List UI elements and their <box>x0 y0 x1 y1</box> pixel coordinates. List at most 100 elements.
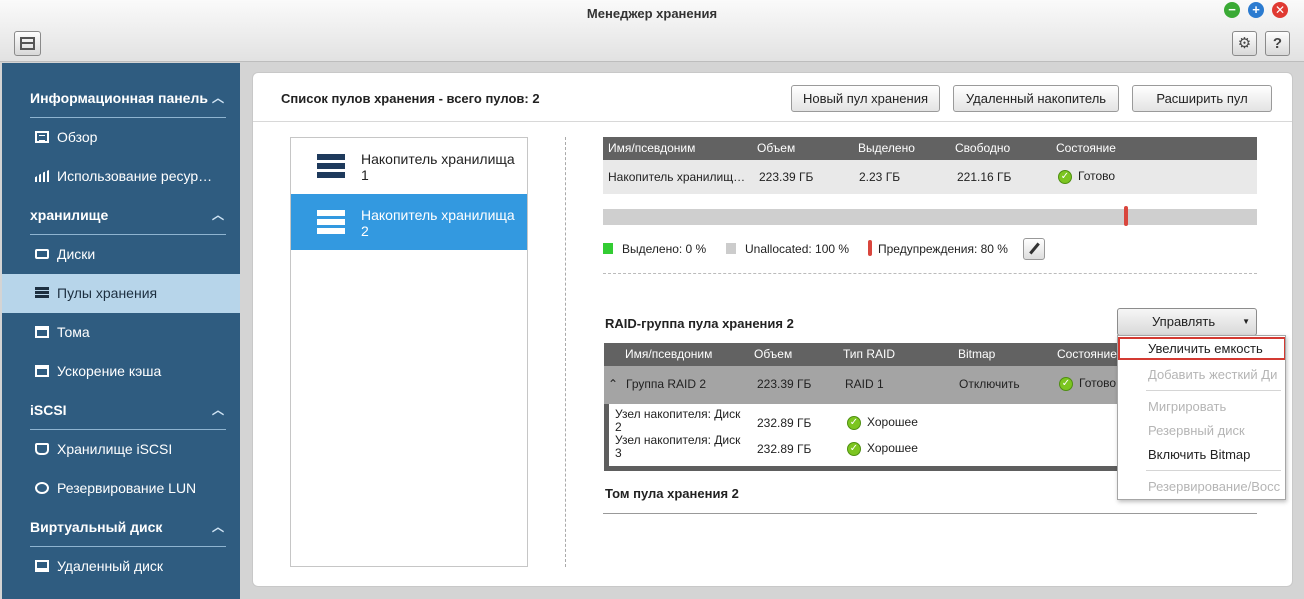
column-header: Объем <box>754 347 793 361</box>
column-header: Bitmap <box>958 347 996 361</box>
edit-threshold-button[interactable] <box>1023 238 1045 260</box>
sidebar-item-disks[interactable]: Диски <box>2 235 240 274</box>
disk-icon <box>35 249 49 259</box>
sidebar-group-iscsi[interactable]: iSCSI ︿ <box>30 391 226 430</box>
warning-threshold-marker <box>1124 206 1129 226</box>
sidebar-item-resource-usage[interactable]: Использование ресур… <box>2 157 240 196</box>
window-title: Менеджер хранения <box>586 6 718 21</box>
capacity-bar <box>603 206 1257 226</box>
sidebar-group-virtual-disk[interactable]: Виртуальный диск ︿ <box>30 508 226 547</box>
disk-row-name: Узел накопителя: Диск 2 <box>615 407 741 434</box>
menu-item-enable-bitmap[interactable]: Включить Bitmap <box>1118 443 1285 466</box>
sidebar-item-volumes[interactable]: Тома <box>2 313 240 352</box>
page-title: Список пулов хранения - всего пулов: 2 <box>281 91 540 106</box>
sidebar-item-label: Хранилище iSCSI <box>57 441 173 457</box>
sidebar-item-remote-disk[interactable]: Удаленный диск <box>2 547 240 586</box>
warning-swatch <box>868 240 872 256</box>
menu-item-migrate[interactable]: Мигрировать <box>1118 395 1285 418</box>
column-header: Имя/псевдоним <box>608 141 696 155</box>
sidebar: Информационная панель ︿ Обзор Использова… <box>2 63 240 599</box>
raid-group-row[interactable]: ⌃ Группа RAID 2 223.39 ГБ RAID 1 Отключи… <box>604 366 1119 404</box>
pool-free-cell: 221.16 ГБ <box>957 170 1012 184</box>
help-button[interactable]: ? <box>1265 31 1290 56</box>
sidebar-group-dashboard[interactable]: Информационная панель ︿ <box>30 79 226 118</box>
raid-type-cell: RAID 1 <box>845 377 884 391</box>
check-icon: ✓ <box>847 441 861 456</box>
manage-dropdown-button[interactable]: Управлять ▼ <box>1117 308 1257 336</box>
sidebar-item-label: Резервирование LUN <box>57 480 197 496</box>
menu-item-increase-capacity[interactable]: Увеличить емкость <box>1118 337 1285 360</box>
minimize-button[interactable]: − <box>1224 2 1240 18</box>
expand-pool-button[interactable]: Расширить пул <box>1132 85 1272 112</box>
lun-backup-icon <box>35 482 49 494</box>
column-header: Тип RAID <box>843 347 896 361</box>
column-header: Состояние <box>1056 141 1116 155</box>
remote-disk-button[interactable]: Удаленный накопитель <box>953 85 1119 112</box>
pencil-icon <box>1029 242 1040 255</box>
raid-size-cell: 223.39 ГБ <box>757 377 812 391</box>
question-icon: ? <box>1272 35 1283 52</box>
disk-size-cell: 232.89 ГБ <box>757 442 812 456</box>
vertical-divider <box>565 137 566 567</box>
chevron-up-icon: ︿ <box>211 91 224 105</box>
sidebar-group-storage[interactable]: хранилище ︿ <box>30 196 226 235</box>
caret-down-icon: ▼ <box>1242 317 1250 326</box>
raid-disks-panel: Узел накопителя: Диск 2 232.89 ГБ ✓ Хороше… <box>604 404 1119 471</box>
sidebar-item-overview[interactable]: Обзор <box>2 118 240 157</box>
menu-item-spare-disk[interactable]: Резервный диск <box>1118 419 1285 442</box>
sidebar-item-iscsi-storage[interactable]: Хранилище iSCSI <box>2 430 240 469</box>
table-row[interactable]: Накопитель хранилищ… 223.39 ГБ 2.23 ГБ 2… <box>603 160 1257 194</box>
sidebar-item-label: Ускорение кэша <box>57 363 162 379</box>
chevron-up-icon: ︿ <box>211 403 224 417</box>
chevron-up-icon: ︿ <box>211 520 224 534</box>
sidebar-group-label: Виртуальный диск <box>30 519 163 535</box>
pool-allocated-cell: 2.23 ГБ <box>859 170 901 184</box>
column-header: Состояние <box>1057 347 1117 361</box>
settings-button[interactable]: ⚙ <box>1232 31 1257 56</box>
menu-item-backup-restore[interactable]: Резервирование/Восс <box>1118 475 1285 498</box>
resource-usage-icon <box>35 170 49 182</box>
raid-name-cell: Группа RAID 2 <box>626 377 707 391</box>
collapse-icon[interactable]: ⌃ <box>608 377 618 391</box>
allocated-swatch <box>603 243 613 254</box>
disk-row-name: Узел накопителя: Диск 3 <box>615 433 741 460</box>
legend-unallocated: Unallocated: 100 % <box>726 242 849 256</box>
maximize-button[interactable]: + <box>1248 2 1264 18</box>
pool-list: Накопитель хранилища 1 Накопитель хранили… <box>290 137 528 567</box>
menu-item-add-disk[interactable]: Добавить жесткий Ди <box>1118 363 1285 386</box>
pool-list-item-selected[interactable]: Накопитель хранилища 2 <box>291 194 527 250</box>
sidebar-item-label: Диски <box>57 246 96 262</box>
volume-icon <box>35 326 49 338</box>
sidebar-item-storage-pools[interactable]: Пулы хранения <box>2 274 240 313</box>
storage-pool-icon <box>317 154 345 178</box>
check-icon: ✓ <box>1059 376 1073 391</box>
pool-list-item[interactable]: Накопитель хранилища 1 <box>291 138 527 194</box>
section-divider <box>603 273 1257 274</box>
pool-label: Накопитель хранилища 2 <box>361 207 515 239</box>
check-icon: ✓ <box>1058 169 1072 184</box>
storage-pool-icon <box>317 210 345 234</box>
sidebar-group-label: iSCSI <box>30 402 67 418</box>
sidebar-item-label: Удаленный диск <box>57 558 164 574</box>
sidebar-item-label: Обзор <box>57 129 98 145</box>
new-pool-button[interactable]: Новый пул хранения <box>791 85 940 112</box>
sidebar-item-label: Пулы хранения <box>57 285 158 301</box>
sidebar-item-lun-backup[interactable]: Резервирование LUN <box>2 469 240 508</box>
close-button[interactable]: ✕ <box>1272 2 1288 18</box>
sidebar-toggle-button[interactable] <box>14 31 41 56</box>
sidebar-item-cache-acceleration[interactable]: Ускорение кэша <box>2 352 240 391</box>
chevron-up-icon: ︿ <box>211 208 224 222</box>
pool-size-cell: 223.39 ГБ <box>759 170 814 184</box>
disk-status-cell: ✓ Хорошее <box>847 415 918 430</box>
overview-icon <box>35 131 49 143</box>
sidebar-item-label: Тома <box>57 324 90 340</box>
raid-group-title: RAID-группа пула хранения 2 <box>605 316 794 331</box>
sidebar-item-label: Использование ресур… <box>57 168 213 184</box>
pool-name-cell: Накопитель хранилищ… <box>608 170 746 184</box>
gear-icon: ⚙ <box>1237 35 1252 52</box>
raid-bitmap-cell: Отключить <box>959 377 1020 391</box>
volume-section-title: Том пула хранения 2 <box>605 486 739 501</box>
column-header: Имя/псевдоним <box>625 347 713 361</box>
storage-pool-icon <box>35 287 49 299</box>
pool-status-cell: ✓ Готово <box>1058 169 1115 184</box>
